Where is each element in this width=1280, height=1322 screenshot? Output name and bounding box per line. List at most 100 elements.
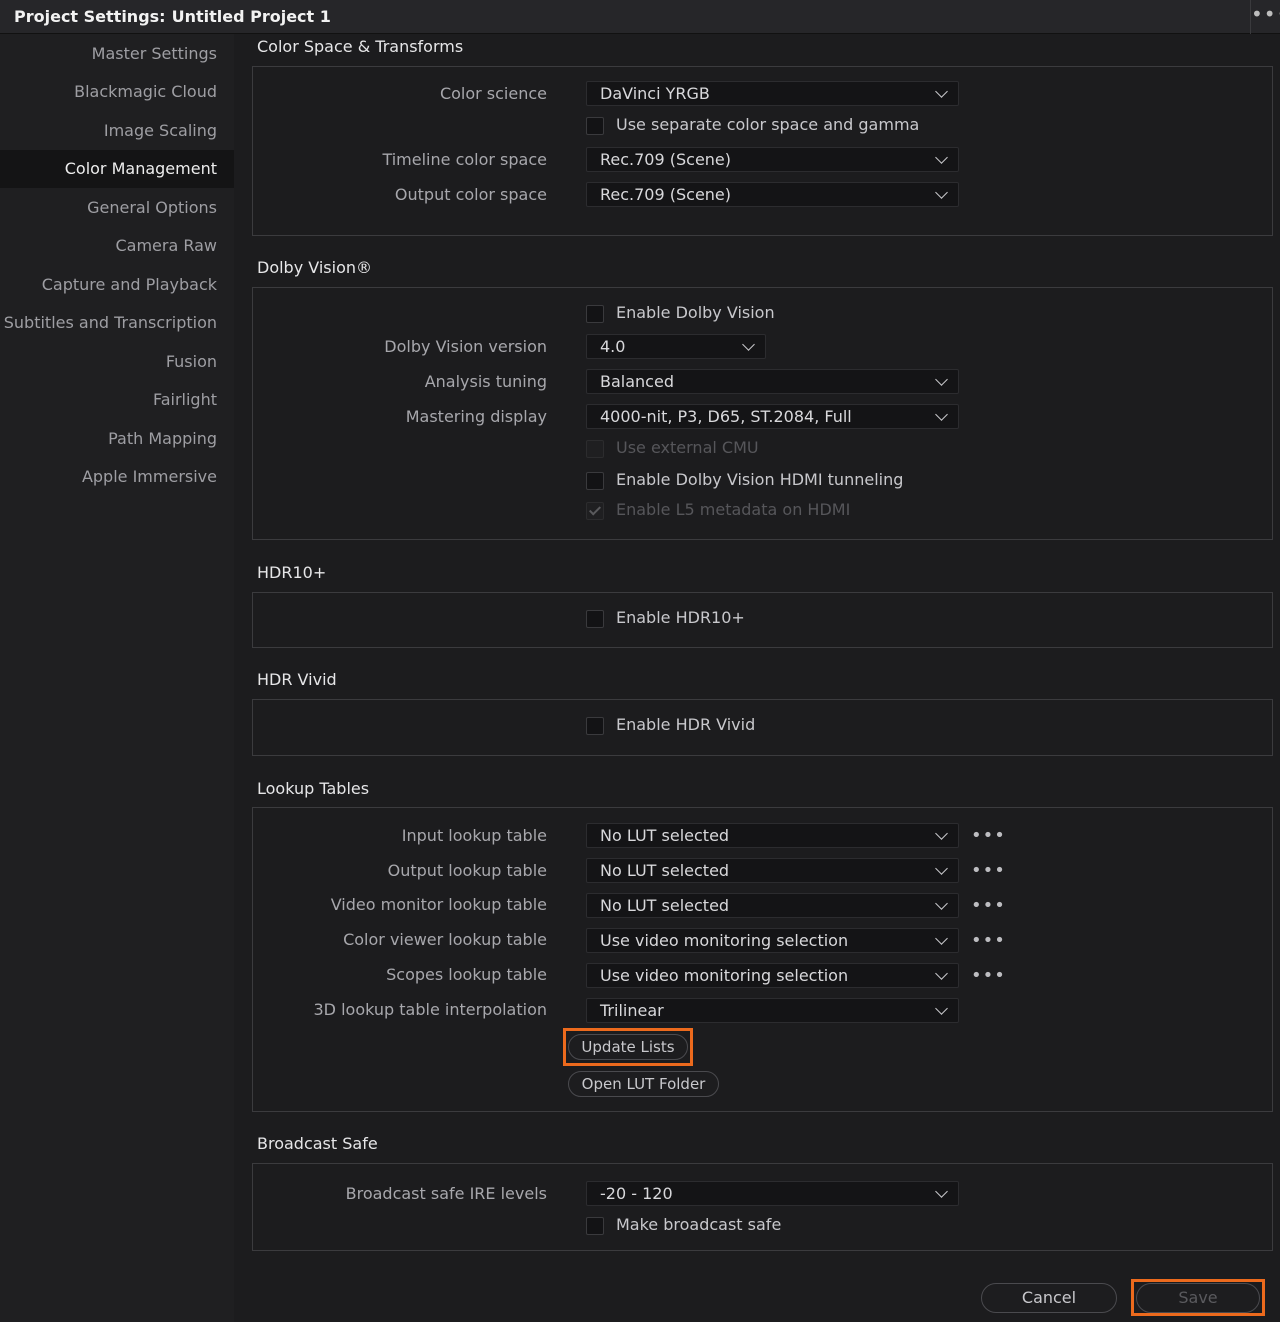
checkbox[interactable]	[586, 1217, 604, 1235]
open-lut-folder-button[interactable]: Open LUT Folder	[568, 1071, 719, 1097]
panel-broadcast-safe: Broadcast safe IRE levels -20 - 120 Make…	[252, 1163, 1273, 1251]
lut-interpolation-dropdown[interactable]: Trilinear	[586, 998, 959, 1023]
checkbox[interactable]	[586, 610, 604, 628]
sidebar-item-general-options[interactable]: General Options	[0, 189, 234, 227]
color-science-dropdown[interactable]: DaVinci YRGB	[586, 81, 959, 106]
sidebar-item-fusion[interactable]: Fusion	[0, 343, 234, 381]
section-title-color-space: Color Space & Transforms	[257, 37, 464, 56]
dolby-version-dropdown[interactable]: 4.0	[586, 334, 766, 359]
color-viewer-lut-more-icon[interactable]: •••	[971, 932, 1006, 950]
checkbox[interactable]	[586, 717, 604, 735]
section-title-hdr10: HDR10+	[257, 563, 327, 582]
video-monitor-lut-more-icon[interactable]: •••	[971, 897, 1006, 915]
hdmi-tunneling-label: Enable Dolby Vision HDMI tunneling	[616, 470, 904, 489]
chevron-down-icon	[935, 1185, 948, 1198]
checkmark-icon	[588, 503, 602, 516]
output-lut-more-icon[interactable]: •••	[971, 862, 1006, 880]
color-viewer-lut-value: Use video monitoring selection	[600, 931, 849, 950]
scopes-lut-value: Use video monitoring selection	[600, 966, 849, 985]
timeline-color-space-dropdown[interactable]: Rec.709 (Scene)	[586, 147, 959, 172]
input-lut-value: No LUT selected	[600, 826, 730, 845]
section-title-dolby-vision: Dolby Vision®	[257, 258, 373, 277]
sidebar-item-capture-playback[interactable]: Capture and Playback	[0, 266, 234, 304]
more-dots-icon[interactable]: •••	[1250, 0, 1280, 34]
color-viewer-lut-dropdown[interactable]: Use video monitoring selection	[586, 928, 959, 953]
enable-hdr10-label: Enable HDR10+	[616, 608, 745, 627]
checkbox-checked	[586, 502, 604, 520]
sidebar-item-camera-raw[interactable]: Camera Raw	[0, 227, 234, 265]
chevron-down-icon	[935, 186, 948, 199]
settings-content: Color Space & Transforms Color science D…	[234, 34, 1280, 1322]
cancel-button[interactable]: Cancel	[981, 1283, 1117, 1313]
section-title-lookup-tables: Lookup Tables	[257, 779, 370, 798]
checkbox	[586, 440, 604, 458]
sidebar-item-master-settings[interactable]: Master Settings	[0, 35, 234, 73]
input-lut-more-icon[interactable]: •••	[971, 827, 1006, 845]
color-science-value: DaVinci YRGB	[600, 84, 710, 103]
section-title-broadcast-safe: Broadcast Safe	[257, 1134, 378, 1153]
section-title-hdr-vivid: HDR Vivid	[257, 670, 337, 689]
color-science-label: Color science	[439, 84, 547, 103]
output-color-space-label: Output color space	[394, 185, 547, 204]
scopes-lut-more-icon[interactable]: •••	[971, 967, 1006, 985]
output-lut-label: Output lookup table	[387, 861, 547, 880]
output-color-space-value: Rec.709 (Scene)	[600, 185, 732, 204]
sidebar-item-apple-immersive[interactable]: Apple Immersive	[0, 458, 234, 496]
sidebar-item-subtitles[interactable]: Subtitles and Transcription	[0, 304, 234, 342]
input-lut-dropdown[interactable]: No LUT selected	[586, 823, 959, 848]
chevron-down-icon	[935, 827, 948, 840]
timeline-color-space-value: Rec.709 (Scene)	[600, 150, 732, 169]
sidebar-item-path-mapping[interactable]: Path Mapping	[0, 420, 234, 458]
window-title: Project Settings: Untitled Project 1	[14, 7, 331, 26]
chevron-down-icon	[742, 338, 755, 351]
output-color-space-dropdown[interactable]: Rec.709 (Scene)	[586, 182, 959, 207]
sidebar-item-image-scaling[interactable]: Image Scaling	[0, 112, 234, 150]
chevron-down-icon	[935, 151, 948, 164]
enable-dolby-vision-label: Enable Dolby Vision	[616, 303, 775, 322]
checkbox[interactable]	[586, 117, 604, 135]
chevron-down-icon	[935, 967, 948, 980]
analysis-tuning-value: Balanced	[600, 372, 674, 391]
ire-levels-value: -20 - 120	[600, 1184, 673, 1203]
video-monitor-lut-dropdown[interactable]: No LUT selected	[586, 893, 959, 918]
scopes-lut-label: Scopes lookup table	[386, 965, 547, 984]
sidebar-item-blackmagic-cloud[interactable]: Blackmagic Cloud	[0, 73, 234, 111]
sidebar-item-fairlight[interactable]: Fairlight	[0, 381, 234, 419]
color-viewer-lut-label: Color viewer lookup table	[343, 930, 547, 949]
chevron-down-icon	[935, 862, 948, 875]
timeline-color-space-label: Timeline color space	[382, 150, 547, 169]
checkbox[interactable]	[586, 472, 604, 490]
l5-metadata-label: Enable L5 metadata on HDMI	[616, 500, 851, 519]
separate-color-space-label: Use separate color space and gamma	[616, 115, 920, 134]
make-broadcast-safe-label: Make broadcast safe	[616, 1215, 782, 1234]
chevron-down-icon	[935, 897, 948, 910]
output-lut-dropdown[interactable]: No LUT selected	[586, 858, 959, 883]
analysis-tuning-label: Analysis tuning	[424, 372, 547, 391]
update-lists-highlight	[563, 1028, 693, 1066]
dolby-version-value: 4.0	[600, 337, 626, 356]
window-title-prefix: Project Settings:	[14, 7, 166, 26]
mastering-display-label: Mastering display	[405, 407, 547, 426]
panel-color-space: Color science DaVinci YRGB Use separate …	[252, 66, 1273, 236]
video-monitor-lut-label: Video monitor lookup table	[330, 895, 547, 914]
panel-dolby-vision: Enable Dolby Vision Dolby Vision version…	[252, 287, 1273, 540]
chevron-down-icon	[935, 85, 948, 98]
analysis-tuning-dropdown[interactable]: Balanced	[586, 369, 959, 394]
checkbox[interactable]	[586, 305, 604, 323]
mastering-display-dropdown[interactable]: 4000-nit, P3, D65, ST.2084, Full	[586, 404, 959, 429]
ire-levels-dropdown[interactable]: -20 - 120	[586, 1181, 959, 1206]
chevron-down-icon	[935, 408, 948, 421]
video-monitor-lut-value: No LUT selected	[600, 896, 730, 915]
title-bar: Project Settings: Untitled Project 1 •••	[0, 0, 1280, 34]
sidebar-item-color-management[interactable]: Color Management	[0, 150, 234, 188]
panel-lookup-tables: Input lookup table No LUT selected ••• O…	[252, 807, 1273, 1112]
use-external-cmu-label: Use external CMU	[616, 438, 759, 457]
save-highlight	[1131, 1279, 1265, 1316]
panel-hdr10: Enable HDR10+	[252, 592, 1273, 648]
mastering-display-value: 4000-nit, P3, D65, ST.2084, Full	[600, 407, 852, 426]
output-lut-value: No LUT selected	[600, 861, 730, 880]
ire-levels-label: Broadcast safe IRE levels	[345, 1184, 547, 1203]
chevron-down-icon	[935, 932, 948, 945]
chevron-down-icon	[935, 373, 948, 386]
scopes-lut-dropdown[interactable]: Use video monitoring selection	[586, 963, 959, 988]
